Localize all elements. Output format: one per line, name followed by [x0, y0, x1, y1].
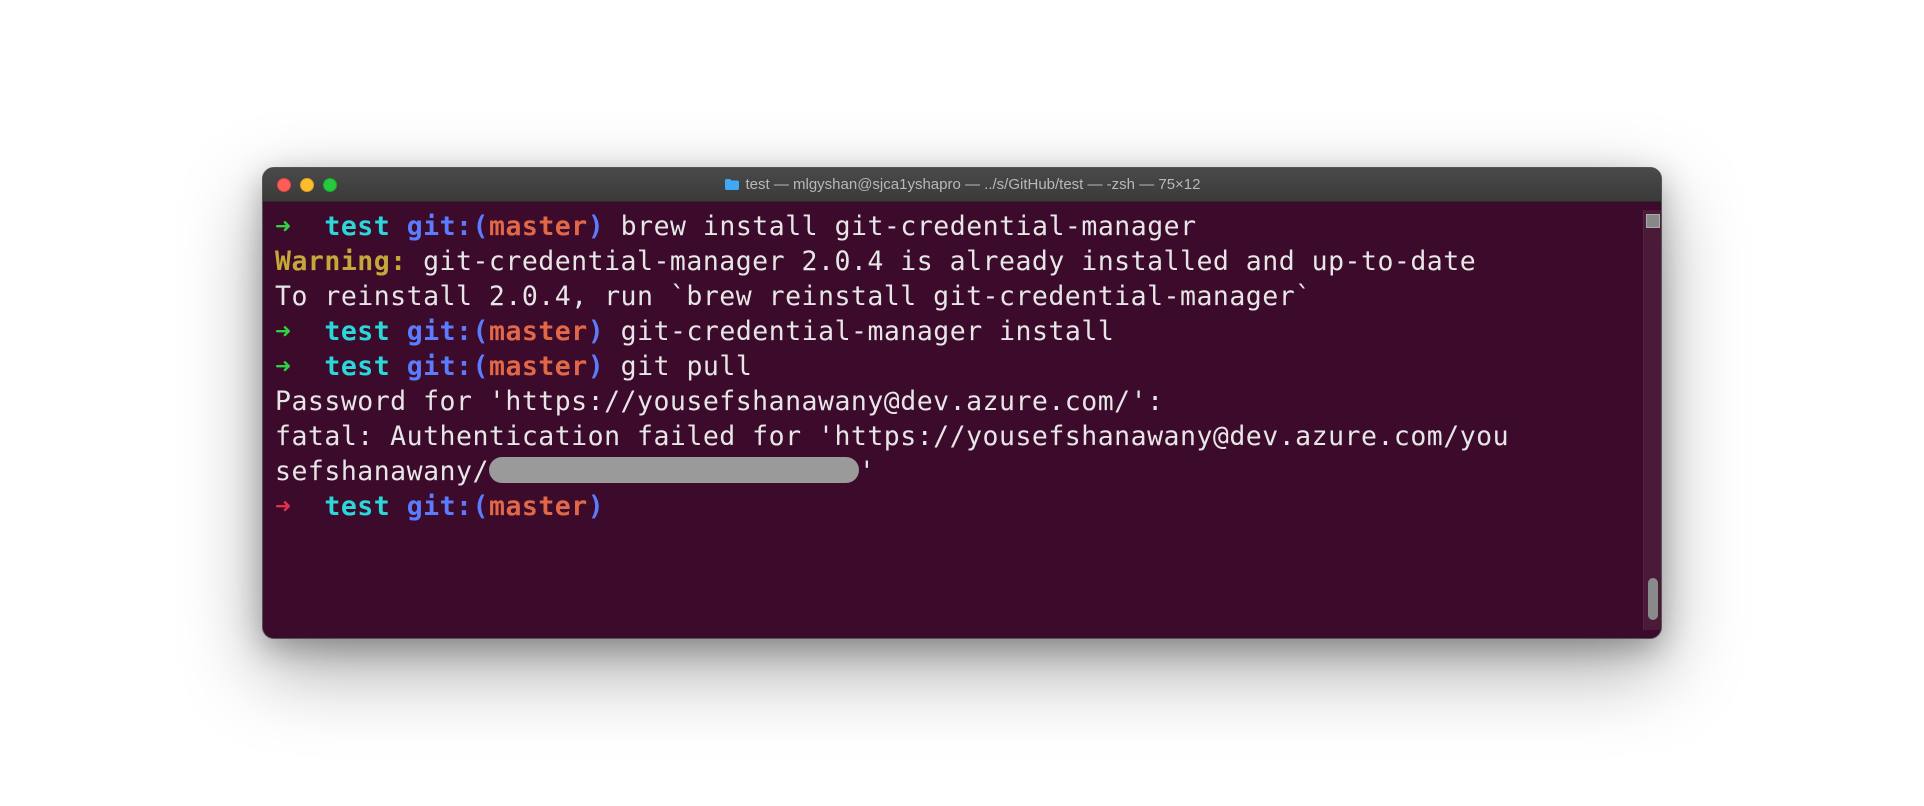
paren-open: (: [473, 491, 489, 522]
paren-open: (: [473, 316, 489, 347]
command-2: git-credential-manager install: [621, 316, 1115, 347]
prompt-line-3: ➜ test git:(master) git pull: [275, 350, 1643, 385]
blank-line-3: [275, 595, 1643, 630]
output-fatal-a: fatal: Authentication failed for 'https:…: [275, 420, 1643, 455]
paren-open: (: [473, 211, 489, 242]
fatal-b-prefix: sefshanawany/: [275, 456, 489, 487]
redacted-blob: [489, 457, 859, 483]
prompt-git-label: git:: [407, 351, 473, 382]
prompt-line-4[interactable]: ➜ test git:(master): [275, 490, 1643, 525]
scroll-top-marker: [1646, 214, 1660, 228]
command-3: git pull: [621, 351, 753, 382]
prompt-line-2: ➜ test git:(master) git-credential-manag…: [275, 315, 1643, 350]
blank-line-2: [275, 560, 1643, 595]
terminal-content[interactable]: ➜ test git:(master) brew install git-cre…: [275, 210, 1643, 630]
titlebar[interactable]: test — mlgyshan@sjca1yshapro — ../s/GitH…: [263, 168, 1661, 202]
paren-close: ): [588, 351, 604, 382]
blank-line-1: [275, 525, 1643, 560]
terminal-window: test — mlgyshan@sjca1yshapro — ../s/GitH…: [262, 167, 1662, 639]
paren-open: (: [473, 351, 489, 382]
output-warning: Warning: git-credential-manager 2.0.4 is…: [275, 245, 1643, 280]
paren-close: ): [588, 316, 604, 347]
paren-close: ): [588, 211, 604, 242]
prompt-arrow-icon: ➜: [275, 351, 291, 382]
prompt-arrow-icon: ➜: [275, 211, 291, 242]
prompt-branch: master: [489, 316, 588, 347]
output-fatal-b: sefshanawany/ ': [275, 455, 1643, 490]
terminal-body[interactable]: ➜ test git:(master) brew install git-cre…: [263, 202, 1661, 638]
scrollbar[interactable]: [1643, 210, 1661, 630]
prompt-arrow-error-icon: ➜: [275, 491, 291, 522]
minimize-button[interactable]: [300, 178, 314, 192]
prompt-git-label: git:: [407, 316, 473, 347]
prompt-dir: test: [324, 211, 390, 242]
close-button[interactable]: [277, 178, 291, 192]
prompt-dir: test: [324, 351, 390, 382]
prompt-line-1: ➜ test git:(master) brew install git-cre…: [275, 210, 1643, 245]
prompt-arrow-icon: ➜: [275, 316, 291, 347]
prompt-branch: master: [489, 351, 588, 382]
prompt-dir: test: [324, 316, 390, 347]
maximize-button[interactable]: [323, 178, 337, 192]
window-title-wrap: test — mlgyshan@sjca1yshapro — ../s/GitH…: [263, 176, 1661, 193]
prompt-git-label: git:: [407, 211, 473, 242]
scroll-thumb[interactable]: [1648, 578, 1658, 620]
warning-label: Warning:: [275, 246, 407, 277]
command-1: brew install git-credential-manager: [621, 211, 1197, 242]
output-reinstall: To reinstall 2.0.4, run `brew reinstall …: [275, 280, 1643, 315]
prompt-git-label: git:: [407, 491, 473, 522]
prompt-branch: master: [489, 211, 588, 242]
paren-close: ): [588, 491, 604, 522]
fatal-b-suffix: ': [859, 456, 875, 487]
folder-icon: [724, 178, 740, 191]
traffic-lights: [277, 178, 337, 192]
warning-text: git-credential-manager 2.0.4 is already …: [407, 246, 1477, 277]
window-title: test — mlgyshan@sjca1yshapro — ../s/GitH…: [746, 176, 1201, 193]
output-password: Password for 'https://yousefshanawany@de…: [275, 385, 1643, 420]
prompt-dir: test: [324, 491, 390, 522]
prompt-branch: master: [489, 491, 588, 522]
